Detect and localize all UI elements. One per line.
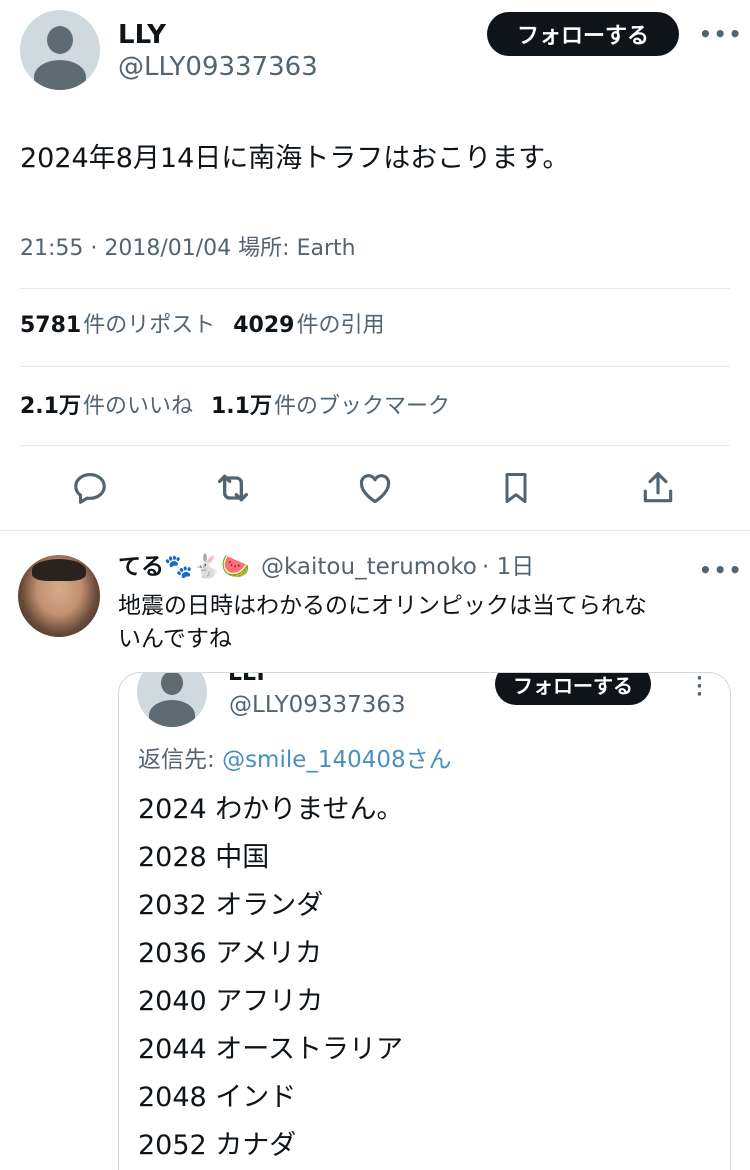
avatar-hair-shape — [32, 559, 86, 581]
like-label: 件のいいね — [82, 394, 193, 419]
like-count-item[interactable]: 2.1万件のいいね — [20, 394, 193, 419]
quoted-line: 2040 アフリカ — [138, 986, 324, 1017]
share-icon[interactable] — [636, 466, 680, 510]
quote-count-item[interactable]: 4029件の引用 — [233, 313, 384, 338]
follow-button[interactable]: フォローする — [487, 12, 679, 56]
quoted-line: 2032 オランダ — [138, 890, 324, 921]
quoted-tweet-card[interactable]: LLY @LLY09337363 フォローする · · · 返信先: @smile_… — [118, 672, 731, 1170]
repost-icon[interactable] — [211, 466, 255, 510]
reply-separator: · — [481, 554, 497, 580]
quoted-follow-button: フォローする — [495, 673, 651, 705]
repost-count: 5781 — [20, 313, 82, 338]
divider — [20, 366, 730, 367]
avatar-body-shape — [149, 700, 195, 727]
quoted-display-name: LLY — [228, 672, 269, 686]
avatar-body-shape — [34, 60, 86, 90]
quoted-line: 2036 アメリカ — [138, 938, 322, 969]
reply-author-avatar[interactable] — [18, 555, 100, 637]
quoted-more-icon: · · · — [696, 672, 703, 705]
reply-to-mention: @smile_140408さん — [222, 747, 452, 773]
author-avatar[interactable] — [20, 10, 100, 90]
reply-icon[interactable] — [68, 466, 112, 510]
author-display-name[interactable]: LLY — [118, 20, 166, 50]
avatar-head-shape — [47, 26, 73, 54]
more-dots-icon[interactable]: ••• — [699, 22, 743, 46]
bookmark-count: 1.1万 — [211, 394, 272, 419]
quoted-line: 2028 中国 — [138, 842, 270, 873]
repost-count-item[interactable]: 5781件のリポスト — [20, 313, 215, 338]
stats-row-likes: 2.1万件のいいね 1.1万件のブックマーク — [20, 392, 450, 422]
author-handle[interactable]: @LLY09337363 — [118, 52, 318, 82]
bookmark-icon[interactable] — [494, 466, 538, 510]
quoted-line: 2044 オーストラリア — [138, 1034, 403, 1065]
quoted-line: 2052 カナダ — [138, 1130, 297, 1161]
reply-text-line-2: いんですね — [118, 626, 232, 652]
reply-time[interactable]: 1日 — [497, 554, 535, 580]
repost-label: 件のリポスト — [83, 313, 216, 338]
stats-row-reposts: 5781件のリポスト 4029件の引用 — [20, 311, 385, 341]
tweet-text: 2024年8月14日に南海トラフはおこります。 — [20, 143, 570, 174]
avatar-head-shape — [161, 673, 183, 695]
reply-to-prefix: 返信先: — [138, 747, 223, 773]
reply-handle[interactable]: @kaitou_terumoko — [261, 554, 477, 580]
quoted-line: 2048 インド — [138, 1082, 297, 1113]
divider — [20, 445, 730, 446]
reply-header: てる🐾🐇🍉 @kaitou_terumoko · 1日 — [118, 553, 534, 581]
reply-more-dots-icon[interactable]: ••• — [699, 558, 743, 582]
bookmark-label: 件のブックマーク — [273, 394, 450, 419]
quote-label: 件の引用 — [296, 313, 385, 338]
quoted-avatar — [137, 673, 207, 727]
reply-text-line-1: 地震の日時はわかるのにオリンピックは当てられな — [118, 593, 647, 619]
quote-count: 4029 — [233, 313, 295, 338]
like-count: 2.1万 — [20, 394, 81, 419]
like-icon[interactable] — [353, 466, 397, 510]
divider — [0, 530, 750, 531]
tweet-meta[interactable]: 21:55 · 2018/01/04 場所: Earth — [20, 235, 356, 263]
reply-display-name[interactable]: てる🐾🐇🍉 — [118, 554, 250, 580]
bookmark-count-item[interactable]: 1.1万件のブックマーク — [211, 394, 450, 419]
quoted-reply-to: 返信先: @smile_140408さん — [138, 745, 452, 775]
quoted-line: 2024 わかりません。 — [138, 794, 404, 825]
quoted-handle: @LLY09337363 — [229, 692, 406, 718]
divider — [20, 288, 730, 289]
